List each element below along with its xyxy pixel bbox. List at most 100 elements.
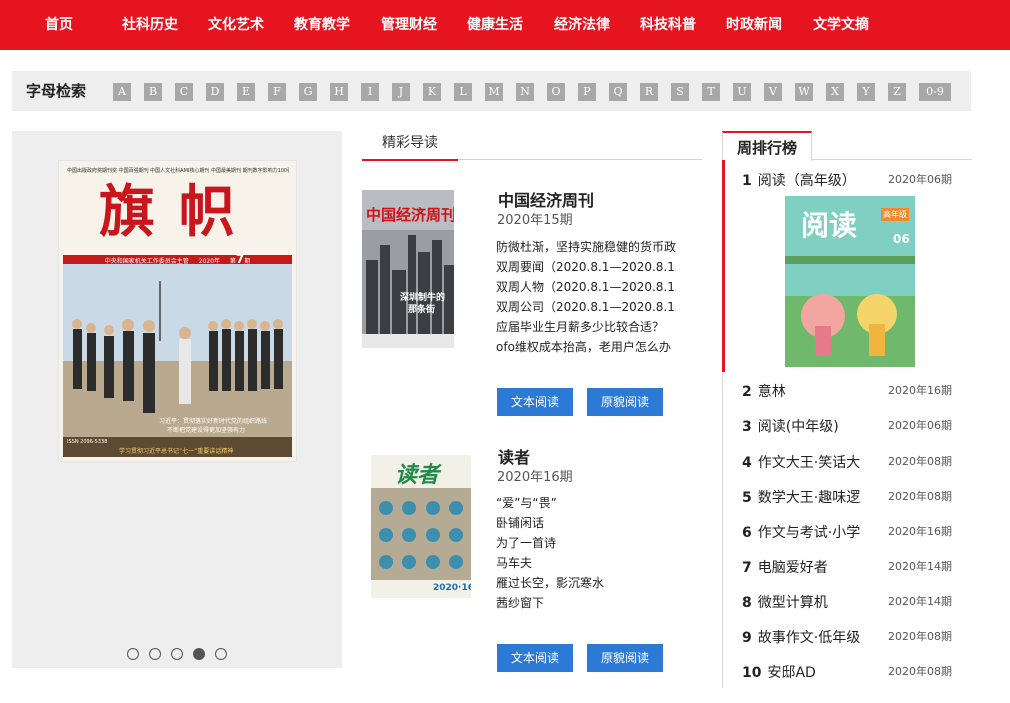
magazine-title-duzhe[interactable]: 读者 <box>498 444 530 468</box>
article-link[interactable]: 防微杜渐，坚持实施稳健的货币政 <box>496 237 676 257</box>
nav-law[interactable]: 经济法律 <box>554 0 610 50</box>
article-link[interactable]: “爱”与“畏” <box>496 493 676 513</box>
letter-d[interactable]: D <box>206 83 224 101</box>
nav-culture[interactable]: 文化艺术 <box>208 0 264 50</box>
ranking-item[interactable]: 4 作文大王·笑话大 2020年08期 <box>742 452 972 472</box>
ranking-name[interactable]: 安邸AD <box>767 665 815 681</box>
letter-t[interactable]: T <box>702 83 720 101</box>
ranking-name[interactable]: 作文大王·笑话大 <box>758 455 860 471</box>
letter-o[interactable]: O <box>547 83 565 101</box>
letter-n[interactable]: N <box>516 83 534 101</box>
nav-science[interactable]: 科技科普 <box>640 0 696 50</box>
nav-history[interactable]: 社科历史 <box>122 0 178 50</box>
letter-x[interactable]: X <box>826 83 844 101</box>
ranking-highlight-bar <box>722 160 725 372</box>
letter-09[interactable]: 0-9 <box>919 83 951 101</box>
ranking-date: 2020年06期 <box>888 173 952 186</box>
ranking-item[interactable]: 10 安邸AD 2020年08期 <box>742 662 972 682</box>
letter-e[interactable]: E <box>237 83 255 101</box>
ranking-item[interactable]: 3 阅读(中年级) 2020年06期 <box>742 416 972 436</box>
slider-dot-4[interactable] <box>193 648 205 660</box>
letter-v[interactable]: V <box>764 83 782 101</box>
text-read-button-duzhe[interactable]: 文本阅读 <box>497 644 573 672</box>
ranking-title[interactable]: 周排行榜 <box>722 131 812 161</box>
nav-health[interactable]: 健康生活 <box>467 0 523 50</box>
ranking-header: 周排行榜 <box>722 131 972 161</box>
slider-dot-2[interactable] <box>149 648 161 660</box>
letter-k[interactable]: K <box>423 83 441 101</box>
duzhe-cover-issue: 2020·16 <box>433 583 471 593</box>
ranking-item[interactable]: 9 故事作文·低年级 2020年08期 <box>742 627 972 647</box>
article-link[interactable]: 为了一首诗 <box>496 533 676 553</box>
slide-cover-qizhi[interactable]: 中国出版政府奖期刊奖 中国百强期刊 中国人文社科AMI核心期刊 中国最美期刊 期… <box>58 160 297 462</box>
letter-m[interactable]: M <box>485 83 503 101</box>
text-read-button-economy[interactable]: 文本阅读 <box>497 388 573 416</box>
tab-featured[interactable]: 精彩导读 <box>362 131 458 161</box>
nav-home[interactable]: 首页 <box>45 0 73 50</box>
magazine-cover-duzhe[interactable]: 读者 2020·16 <box>371 455 471 598</box>
ranking-item[interactable]: 6 作文与考试·小学 2020年16期 <box>742 522 972 542</box>
letter-l[interactable]: L <box>454 83 472 101</box>
ranking-name[interactable]: 阅读(中年级) <box>758 419 839 435</box>
ranking-item[interactable]: 5 数学大王·趣味逻 2020年08期 <box>742 487 972 507</box>
ranking-item[interactable]: 8 微型计算机 2020年14期 <box>742 592 972 612</box>
letter-y[interactable]: Y <box>857 83 875 101</box>
ranking-item[interactable]: 7 电脑爱好者 2020年14期 <box>742 557 972 577</box>
ranking-name[interactable]: 微型计算机 <box>758 595 828 611</box>
letter-a[interactable]: A <box>113 83 131 101</box>
slider-dot-1[interactable] <box>127 648 139 660</box>
original-read-button-duzhe[interactable]: 原貌阅读 <box>587 644 663 672</box>
ranking-number: 1 <box>742 173 752 189</box>
featured-slider[interactable]: 中国出版政府奖期刊奖 中国百强期刊 中国人文社科AMI核心期刊 中国最美期刊 期… <box>12 131 342 668</box>
ranking-cover-yuedu[interactable]: 阅读 高年级 06 <box>785 196 915 367</box>
nav-literature[interactable]: 文学文摘 <box>813 0 869 50</box>
ranking-number: 3 <box>742 419 752 435</box>
ranking-item[interactable]: 2 意林 2020年16期 <box>742 381 972 401</box>
letter-h[interactable]: H <box>330 83 348 101</box>
article-link[interactable]: 双周公司（2020.8.1—2020.8.15 <box>496 297 676 317</box>
letter-f[interactable]: F <box>268 83 286 101</box>
ranking-item[interactable]: 1 阅读（高年级） 2020年06期 <box>742 170 972 190</box>
letter-w[interactable]: W <box>795 83 813 101</box>
ranking-number: 5 <box>742 490 752 506</box>
ranking-name[interactable]: 数学大王·趣味逻 <box>758 490 860 506</box>
yuedu-cover-title: 阅读 <box>801 209 858 242</box>
slider-dot-5[interactable] <box>215 648 227 660</box>
letter-b[interactable]: B <box>144 83 162 101</box>
nav-news[interactable]: 时政新闻 <box>726 0 782 50</box>
ranking-name[interactable]: 电脑爱好者 <box>758 560 828 576</box>
letter-z[interactable]: Z <box>888 83 906 101</box>
ranking-name[interactable]: 阅读（高年级） <box>758 173 856 189</box>
article-link[interactable]: 卧铺闲话 <box>496 513 676 533</box>
cover-year: 2020年 <box>198 258 220 265</box>
ranking-name[interactable]: 意林 <box>758 384 786 400</box>
magazine-cover-economy[interactable]: 中国经济周刊 深圳制牛的 那条街 <box>362 190 454 348</box>
nav-finance[interactable]: 管理财经 <box>381 0 437 50</box>
article-link[interactable]: ofo维权成本抬高，老用户怎么办 <box>496 337 676 357</box>
letter-j[interactable]: J <box>392 83 410 101</box>
magazine-title-economy[interactable]: 中国经济周刊 <box>498 187 594 211</box>
cover-subtitle-bar: 中央和国家机关工作委员会主管 2020年 第7期 <box>65 253 290 265</box>
original-read-button-economy[interactable]: 原貌阅读 <box>587 388 663 416</box>
letter-u[interactable]: U <box>733 83 751 101</box>
article-link[interactable]: 双周人物（2020.8.1—2020.8.15 <box>496 277 676 297</box>
cover-caption-3: 学习贯彻习近平总书记“七一”重要讲话精神 <box>119 448 234 455</box>
letter-c[interactable]: C <box>175 83 193 101</box>
letter-i[interactable]: I <box>361 83 379 101</box>
ranking-name[interactable]: 作文与考试·小学 <box>758 525 860 541</box>
letter-s[interactable]: S <box>671 83 689 101</box>
article-link[interactable]: 马车夫 <box>496 553 676 573</box>
nav-education[interactable]: 教育教学 <box>294 0 350 50</box>
cover-caption-2: 不断把党建设得更加坚强有力 <box>167 427 246 434</box>
article-link[interactable]: 应届毕业生月薪多少比较合适？ <box>496 317 676 337</box>
letter-g[interactable]: G <box>299 83 317 101</box>
slider-dot-3[interactable] <box>171 648 183 660</box>
ranking-number: 4 <box>742 455 752 471</box>
letter-q[interactable]: Q <box>609 83 627 101</box>
article-link[interactable]: 茜纱窗下 <box>496 593 676 613</box>
article-link[interactable]: 双周要闻（2020.8.1—2020.8.15 <box>496 257 676 277</box>
letter-p[interactable]: P <box>578 83 596 101</box>
ranking-name[interactable]: 故事作文·低年级 <box>758 630 860 646</box>
letter-r[interactable]: R <box>640 83 658 101</box>
article-link[interactable]: 雁过长空，影沉寒水 <box>496 573 676 593</box>
